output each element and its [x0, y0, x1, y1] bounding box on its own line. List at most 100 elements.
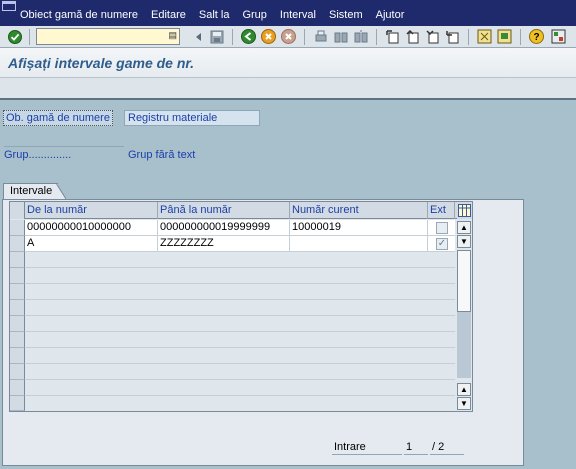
- table-row[interactable]: [25, 268, 455, 284]
- table-row[interactable]: [25, 380, 455, 396]
- exit-icon[interactable]: [260, 28, 277, 45]
- row-selector[interactable]: [10, 316, 25, 332]
- tab-intervale[interactable]: Intervale: [3, 183, 59, 199]
- toolbar-separator: [29, 29, 30, 45]
- last-page-icon[interactable]: [444, 28, 461, 45]
- row-selector[interactable]: [10, 380, 25, 396]
- table-row[interactable]: [25, 332, 455, 348]
- enter-check-icon[interactable]: [6, 28, 23, 45]
- object-label: Ob. gamă de numere: [3, 110, 113, 126]
- row-selector[interactable]: [10, 220, 25, 236]
- row-selector[interactable]: [10, 396, 25, 411]
- row-selector[interactable]: [10, 348, 25, 364]
- entry-current: 1: [406, 441, 413, 453]
- group-value: Grup fără text: [128, 149, 196, 161]
- scroll-track[interactable]: [457, 250, 471, 378]
- row-selector[interactable]: [10, 364, 25, 380]
- column-current[interactable]: Număr curent: [290, 202, 428, 219]
- find-next-icon[interactable]: [352, 28, 369, 45]
- menu-items: Obiect gamă de numere Editare Salt la Gr…: [20, 9, 417, 21]
- table-row[interactable]: [25, 300, 455, 316]
- row-selector[interactable]: [10, 268, 25, 284]
- entry-label-line: [332, 454, 402, 455]
- previous-page-icon[interactable]: [404, 28, 421, 45]
- toolbar-separator: [468, 29, 469, 45]
- scroll-down-icon[interactable]: ▲: [457, 383, 471, 396]
- command-field[interactable]: ▤: [36, 28, 180, 45]
- object-value: Registru materiale: [124, 110, 260, 126]
- system-menu-icon[interactable]: [2, 1, 16, 11]
- layout-icon[interactable]: [550, 28, 567, 45]
- row-selector[interactable]: [10, 284, 25, 300]
- column-ext[interactable]: Ext: [428, 202, 455, 219]
- scroll-bottom-icon[interactable]: ▼: [457, 397, 471, 410]
- select-all-cell[interactable]: [10, 202, 25, 219]
- table-row[interactable]: [25, 284, 455, 300]
- table-row[interactable]: [25, 252, 455, 268]
- table-row[interactable]: A ZZZZZZZZ ✓: [25, 236, 455, 252]
- row-selector[interactable]: [10, 252, 25, 268]
- menu-object[interactable]: Obiect gamă de numere: [20, 9, 138, 21]
- scroll-thumb[interactable]: [457, 250, 471, 312]
- next-page-icon[interactable]: [424, 28, 441, 45]
- first-page-icon[interactable]: [384, 28, 401, 45]
- tab-edge: [56, 183, 66, 199]
- column-to[interactable]: Până la număr: [158, 202, 290, 219]
- help-icon[interactable]: ?: [528, 28, 545, 45]
- table-row[interactable]: [25, 364, 455, 380]
- table-scrollbar[interactable]: ▲ ▼ ▲ ▼: [456, 220, 472, 411]
- ext-checkbox[interactable]: [436, 222, 448, 234]
- cell-current: 10000019: [290, 220, 428, 236]
- table-header: De la număr Până la număr Număr curent E…: [10, 202, 472, 219]
- toolbar-separator: [520, 29, 521, 45]
- menu-help[interactable]: Ajutor: [376, 9, 405, 21]
- row-selector[interactable]: [10, 332, 25, 348]
- intervals-table: De la număr Până la număr Număr curent E…: [9, 201, 473, 412]
- group-field-line: [4, 146, 124, 147]
- toolbar-separator: [376, 29, 377, 45]
- toolbar-separator: [304, 29, 305, 45]
- table-row[interactable]: [25, 348, 455, 364]
- back-arrow-icon[interactable]: [190, 28, 207, 45]
- history-icon[interactable]: ▤: [168, 30, 177, 41]
- entry-current-line: [404, 454, 428, 455]
- cell-from: 00000000010000000: [25, 220, 158, 236]
- entry-label: Intrare: [334, 441, 366, 453]
- table-settings-icon[interactable]: [457, 202, 472, 219]
- menu-edit[interactable]: Editare: [151, 9, 186, 21]
- cell-current: [290, 236, 428, 252]
- menu-bar: Obiect gamă de numere Editare Salt la Gr…: [0, 0, 576, 26]
- save-icon[interactable]: [208, 28, 225, 45]
- find-icon[interactable]: [332, 28, 349, 45]
- group-label: Grup..............: [4, 149, 72, 161]
- menu-goto[interactable]: Salt la: [199, 9, 230, 21]
- application-toolbar: [0, 78, 576, 100]
- title-bar: Afișați intervale game de nr.: [0, 48, 576, 78]
- row-selector[interactable]: [10, 236, 25, 252]
- standard-toolbar: ▤ ?: [0, 26, 576, 48]
- row-selector[interactable]: [10, 300, 25, 316]
- create-session-icon[interactable]: [476, 28, 493, 45]
- menu-group[interactable]: Grup: [242, 9, 266, 21]
- menu-system[interactable]: Sistem: [329, 9, 363, 21]
- print-icon[interactable]: [312, 28, 329, 45]
- entry-total: / 2: [432, 441, 445, 453]
- cell-to: 000000000019999999: [158, 220, 290, 236]
- entry-total-line: [430, 454, 464, 455]
- svg-text:?: ?: [533, 32, 539, 43]
- table-row[interactable]: 00000000010000000 000000000019999999 100…: [25, 220, 455, 236]
- menu-interval[interactable]: Interval: [280, 9, 316, 21]
- table-row[interactable]: [25, 316, 455, 332]
- back-icon[interactable]: [240, 28, 257, 45]
- column-from[interactable]: De la număr: [25, 202, 158, 219]
- toolbar-separator: [232, 29, 233, 45]
- command-input[interactable]: [37, 29, 165, 44]
- cancel-icon[interactable]: [280, 28, 297, 45]
- page-title: Afișați intervale game de nr.: [8, 55, 194, 71]
- shortcut-icon[interactable]: [496, 28, 513, 45]
- cell-to: ZZZZZZZZ: [158, 236, 290, 252]
- cell-from: A: [25, 236, 158, 252]
- ext-checkbox-checked[interactable]: ✓: [436, 238, 448, 250]
- scroll-top-icon[interactable]: ▲: [457, 221, 471, 234]
- scroll-up-icon[interactable]: ▼: [457, 235, 471, 248]
